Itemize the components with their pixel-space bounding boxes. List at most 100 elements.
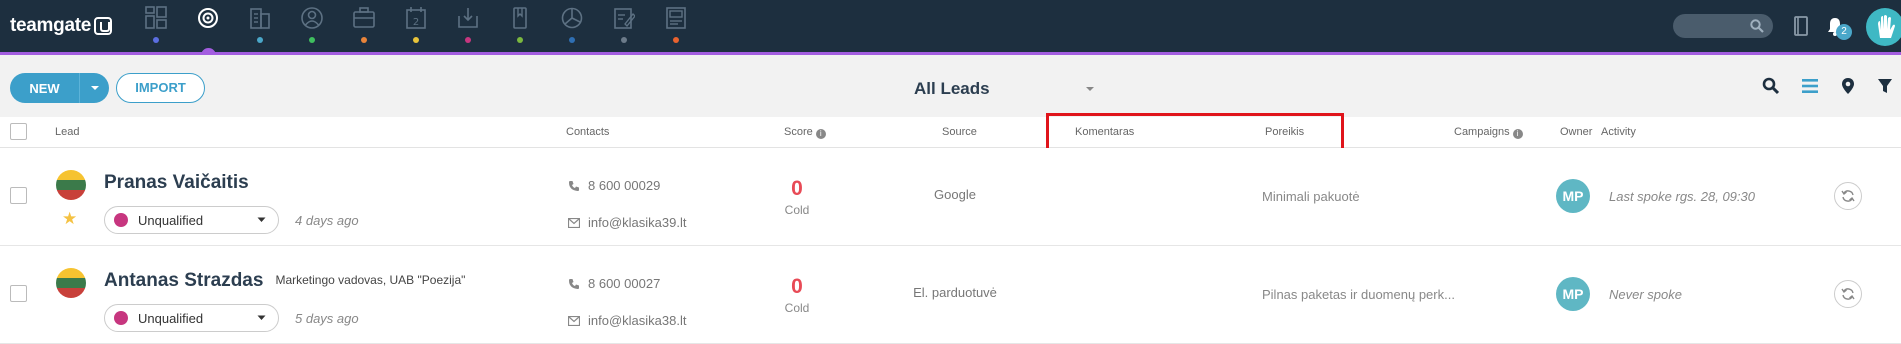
search-icon[interactable] (1762, 77, 1780, 95)
svg-text:2: 2 (413, 17, 419, 28)
score-label: Cold (784, 301, 810, 315)
nav-indicator-dot (413, 37, 419, 43)
nav-indicator-dot (361, 37, 367, 43)
phone-number: 8 600 00027 (588, 276, 661, 291)
column-header-score-label: Score (784, 126, 813, 138)
top-navigation-bar: teamgate 2 2 (0, 0, 1901, 54)
lead-score: 0 (791, 275, 803, 298)
phone-number: 8 600 00029 (588, 178, 661, 193)
refresh-button[interactable] (1834, 182, 1862, 210)
owner-avatar[interactable]: MP (1556, 277, 1590, 311)
nav-indicator-dot (309, 37, 315, 43)
status-dot-icon (114, 311, 128, 325)
caret-down-icon (257, 315, 266, 320)
column-header-source[interactable]: Source (942, 126, 977, 138)
refresh-button[interactable] (1834, 280, 1862, 308)
nav-indicator-dot (153, 37, 159, 43)
lithuania-flag-icon (56, 170, 86, 200)
teamgate-logo[interactable]: teamgate (10, 14, 113, 38)
lead-name-link[interactable]: Pranas Vaičaitis (104, 172, 249, 194)
phone-contact[interactable]: 8 600 00027 (568, 276, 660, 291)
search-icon (1750, 19, 1764, 33)
new-dropdown-toggle[interactable] (79, 73, 109, 103)
last-activity: Never spoke (1609, 287, 1682, 302)
lead-name: Pranas Vaičaitis (104, 172, 249, 193)
leads-target-icon (198, 8, 218, 28)
deals-briefcase-icon (353, 7, 375, 28)
nav-indicator-dot (569, 37, 575, 43)
refresh-icon (1841, 190, 1855, 202)
created-time: 5 days ago (295, 311, 359, 326)
companies-icon (250, 8, 270, 29)
owner-avatar[interactable]: MP (1556, 179, 1590, 213)
logo-text: teamgate (10, 15, 92, 36)
list-view-icon[interactable] (1801, 77, 1819, 95)
row-checkbox[interactable] (10, 187, 27, 204)
poreikis-value: Minimali pakuotė (1262, 189, 1360, 204)
status-label: Unqualified (138, 212, 204, 228)
table-row[interactable]: Antanas Strazdas Marketingo vadovas, UAB … (0, 246, 1901, 344)
nav-dashboard[interactable] (136, 4, 176, 46)
nav-contacts[interactable] (292, 4, 332, 46)
email-address: info@klasika38.lt (588, 313, 687, 328)
column-header-campaigns-label: Campaigns (1454, 126, 1510, 138)
column-header-score[interactable]: Score i (784, 126, 826, 139)
star-icon[interactable]: ★ (62, 209, 77, 229)
email-contact[interactable]: info@klasika39.lt (568, 215, 686, 230)
view-selector[interactable]: All Leads (905, 77, 1105, 101)
user-avatar[interactable] (1866, 8, 1901, 46)
import-button[interactable]: IMPORT (116, 73, 205, 103)
column-header-activity[interactable]: Activity (1601, 126, 1636, 138)
logo-hand-icon (94, 17, 113, 35)
global-search-input[interactable] (1673, 14, 1773, 38)
nav-leads[interactable] (188, 4, 228, 46)
map-pin-icon[interactable] (1840, 77, 1856, 95)
column-header-owner[interactable]: Owner (1560, 126, 1592, 138)
lead-status-dropdown[interactable]: Unqualified (104, 304, 279, 332)
nav-calendar[interactable]: 2 (396, 4, 436, 46)
lead-status-dropdown[interactable]: Unqualified (104, 206, 279, 234)
lead-job-title: Marketingo vadovas, UAB "Poezija" (275, 273, 466, 287)
table-row[interactable]: ★ Pranas Vaičaitis Unqualified 4 days ag… (0, 148, 1901, 246)
phone-icon (569, 278, 579, 289)
info-icon: i (1512, 129, 1523, 139)
book-icon[interactable] (1793, 16, 1809, 36)
calendar-icon: 2 (406, 7, 426, 29)
nav-invoices[interactable] (656, 4, 696, 46)
nav-inbox[interactable] (448, 4, 488, 46)
lead-score: 0 (791, 177, 803, 200)
column-header-contacts[interactable]: Contacts (566, 126, 609, 138)
dashboard-icon (145, 6, 167, 29)
nav-notes[interactable] (604, 4, 644, 46)
inbox-icon (458, 8, 478, 28)
row-checkbox[interactable] (10, 285, 27, 302)
nav-deals[interactable] (344, 4, 384, 46)
nav-indicator-dot (465, 37, 471, 43)
invoices-icon (666, 7, 686, 29)
created-time: 4 days ago (295, 213, 359, 228)
table-header: Lead Contacts Score i Source Komentaras P… (0, 117, 1901, 148)
lithuania-flag-icon (56, 268, 86, 298)
email-address: info@klasika39.lt (588, 215, 687, 230)
nav-documents[interactable] (500, 4, 540, 46)
reports-icon (561, 7, 583, 29)
phone-icon (569, 180, 579, 191)
nav-indicator-dot (621, 37, 627, 43)
nav-indicator-dot (673, 37, 679, 43)
nav-indicator-dot (517, 37, 523, 43)
poreikis-value: Pilnas paketas ir duomenų perk... (1262, 287, 1455, 302)
phone-contact[interactable]: 8 600 00029 (568, 178, 660, 193)
filter-icon[interactable] (1877, 77, 1893, 95)
select-all-checkbox[interactable] (10, 123, 27, 140)
refresh-icon (1841, 288, 1855, 300)
nav-reports[interactable] (552, 4, 592, 46)
view-title: All Leads (914, 79, 990, 98)
nav-companies[interactable] (240, 4, 280, 46)
hand-logo-icon (1878, 15, 1895, 38)
new-button[interactable]: NEW (10, 73, 109, 103)
lead-name-link[interactable]: Antanas Strazdas Marketingo vadovas, UAB … (104, 270, 465, 292)
notes-icon (614, 8, 635, 29)
column-header-lead[interactable]: Lead (55, 126, 79, 138)
column-header-campaigns[interactable]: Campaigns i (1454, 126, 1523, 139)
email-contact[interactable]: info@klasika38.lt (568, 313, 686, 328)
